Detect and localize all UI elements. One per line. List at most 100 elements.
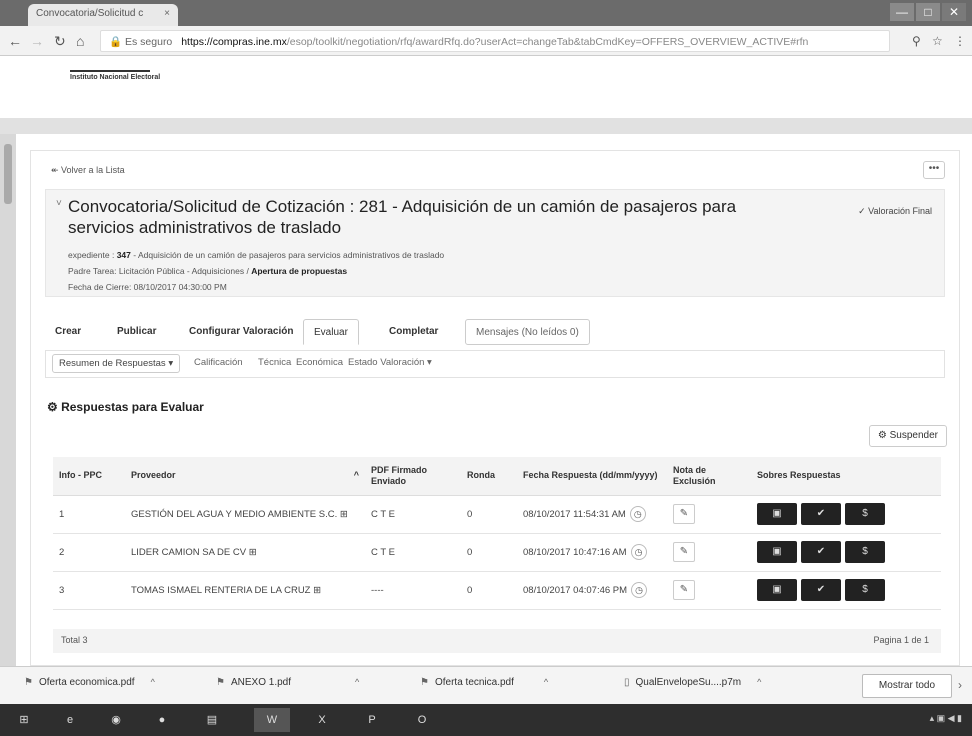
sub-tabs: Resumen de Respuestas ▾ Calificación Téc… bbox=[45, 350, 945, 378]
parent-task-name: Apertura de propuestas bbox=[251, 266, 348, 276]
subtab-tecnica[interactable]: Técnica bbox=[258, 357, 291, 368]
edit-note-icon[interactable]: ✎ bbox=[673, 504, 695, 524]
download-filename: Oferta economica.pdf bbox=[38, 677, 135, 688]
download-item[interactable]: ⚑ Oferta tecnica.pdf ^ bbox=[420, 677, 548, 688]
tab-mensajes[interactable]: Mensajes (No leídos 0) bbox=[465, 319, 590, 345]
subtab-economica[interactable]: Económica bbox=[296, 357, 343, 368]
clock-icon[interactable]: ◷ bbox=[629, 506, 646, 522]
envelope-money-icon[interactable]: $ bbox=[845, 579, 885, 601]
download-filename: QualEnvelopeSu....p7m bbox=[635, 677, 742, 688]
subtab-calificacion[interactable]: Calificación bbox=[194, 357, 243, 368]
exclusion-note: ✎ bbox=[667, 533, 751, 572]
round: 0 bbox=[461, 495, 517, 534]
reload-icon[interactable]: ↻ bbox=[54, 33, 66, 50]
chevron-up-icon[interactable]: ^ bbox=[544, 677, 548, 687]
pdf-file-icon: ⚑ bbox=[24, 677, 33, 688]
clock-icon[interactable]: ◷ bbox=[630, 544, 647, 560]
address-bar: ← → ↻ ⌂ 🔒 Es seguro https://compras.ine.… bbox=[0, 26, 972, 56]
firefox-icon[interactable]: ● bbox=[144, 708, 180, 732]
tab-crear[interactable]: Crear bbox=[45, 319, 91, 345]
supplier-name[interactable]: LIDER CAMION SA DE CV ⊞ bbox=[125, 533, 365, 572]
secure-label: Es seguro bbox=[125, 36, 173, 48]
info-icon[interactable]: ⊞ bbox=[249, 547, 257, 558]
edit-note-icon[interactable]: ✎ bbox=[673, 580, 695, 600]
col-pdf: PDF Firmado Enviado bbox=[365, 457, 461, 496]
edit-note-icon[interactable]: ✎ bbox=[673, 542, 695, 562]
download-filename: Oferta tecnica.pdf bbox=[434, 677, 514, 688]
star-icon[interactable]: ☆ bbox=[932, 34, 943, 48]
chrome-icon[interactable]: ◉ bbox=[98, 708, 134, 732]
col-proveedor[interactable]: Proveedor ^ bbox=[125, 457, 365, 496]
envelope-check-icon[interactable]: ✔ bbox=[801, 503, 841, 525]
row-number: 1 bbox=[53, 495, 125, 534]
info-icon[interactable]: ⊞ bbox=[340, 509, 348, 520]
tab-publicar[interactable]: Publicar bbox=[107, 319, 166, 345]
ie-icon[interactable]: e bbox=[52, 708, 88, 732]
responses-table: Info - PPC Proveedor ^ PDF Firmado Enviad… bbox=[53, 457, 941, 610]
close-tab-icon[interactable]: × bbox=[164, 8, 170, 19]
response-date: 08/10/2017 04:07:46 PM ◷ bbox=[517, 571, 667, 610]
home-icon[interactable]: ⌂ bbox=[76, 33, 84, 49]
pdf-status: C T E bbox=[365, 533, 461, 572]
word-icon[interactable]: W bbox=[254, 708, 290, 732]
tab-completar[interactable]: Completar bbox=[379, 319, 448, 345]
collapse-icon[interactable]: ˅ bbox=[56, 198, 62, 209]
back-to-list-link[interactable]: ↞ Volver a la Lista bbox=[51, 165, 125, 176]
browser-tab[interactable]: Convocatoria/Solicitud c × bbox=[28, 4, 178, 26]
explorer-icon[interactable]: ▤ bbox=[194, 708, 230, 732]
parent-task-line: Padre Tarea: Licitación Pública - Adquis… bbox=[68, 266, 347, 276]
tab-configurar[interactable]: Configurar Valoración bbox=[179, 319, 303, 345]
envelope-money-icon[interactable]: $ bbox=[845, 541, 885, 563]
excel-icon[interactable]: X bbox=[304, 708, 340, 732]
left-scrollbar[interactable] bbox=[0, 134, 16, 674]
minimize-button[interactable]: — bbox=[890, 3, 914, 21]
outlook-icon[interactable]: O bbox=[404, 708, 440, 732]
parent-task-label: Padre Tarea: Licitación Pública - Adquis… bbox=[68, 266, 249, 276]
back-arrow-icon[interactable]: ← bbox=[8, 33, 22, 49]
envelope-check-icon[interactable]: ✔ bbox=[801, 579, 841, 601]
zoom-icon[interactable]: ⚲ bbox=[912, 34, 921, 48]
envelope-view-icon[interactable]: ▣ bbox=[757, 503, 797, 525]
round: 0 bbox=[461, 571, 517, 610]
show-all-button[interactable]: Mostrar todo bbox=[862, 674, 952, 698]
pagination-label: Pagina 1 de 1 bbox=[873, 635, 929, 645]
expediente-number[interactable]: 347 bbox=[117, 250, 131, 260]
subtab-estado[interactable]: Estado Valoración ▾ bbox=[348, 357, 432, 368]
url-input[interactable]: 🔒 Es seguro https://compras.ine.mx/esop/… bbox=[100, 30, 890, 52]
chevron-up-icon[interactable]: ^ bbox=[355, 677, 359, 687]
suspend-button[interactable]: ⚙ Suspender bbox=[868, 425, 947, 447]
scroll-thumb[interactable] bbox=[4, 144, 12, 204]
supplier-name[interactable]: GESTIÓN DEL AGUA Y MEDIO AMBIENTE S.C. ⊞ bbox=[125, 495, 365, 534]
clock-icon[interactable]: ◷ bbox=[631, 582, 648, 598]
download-item[interactable]: ▯ QualEnvelopeSu....p7m ^ bbox=[624, 677, 761, 688]
expediente-label: expediente : bbox=[68, 250, 115, 260]
envelope-check-icon[interactable]: ✔ bbox=[801, 541, 841, 563]
supplier-name[interactable]: TOMAS ISMAEL RENTERIA DE LA CRUZ ⊞ bbox=[125, 571, 365, 610]
info-icon[interactable]: ⊞ bbox=[313, 585, 321, 596]
envelope-view-icon[interactable]: ▣ bbox=[757, 541, 797, 563]
windows-start-icon[interactable]: ⊞ bbox=[6, 708, 42, 732]
maximize-button[interactable]: □ bbox=[916, 3, 940, 21]
close-icon[interactable]: › bbox=[958, 678, 962, 692]
pdf-file-icon: ⚑ bbox=[216, 677, 225, 688]
close-window-button[interactable]: ✕ bbox=[942, 3, 966, 21]
suspend-label: Suspender bbox=[889, 430, 938, 441]
valoracion-final-link[interactable]: ✓ Valoración Final bbox=[858, 206, 932, 217]
envelope-money-icon[interactable]: $ bbox=[845, 503, 885, 525]
page-title: Convocatoria/Solicitud de Cotización : 2… bbox=[68, 197, 737, 237]
powerpoint-icon[interactable]: P bbox=[354, 708, 390, 732]
table-footer: Total 3 Pagina 1 de 1 bbox=[53, 629, 941, 653]
forward-arrow-icon[interactable]: → bbox=[30, 33, 44, 49]
envelope-view-icon[interactable]: ▣ bbox=[757, 579, 797, 601]
dropdown-icon: ▾ bbox=[427, 357, 432, 368]
download-item[interactable]: ⚑ ANEXO 1.pdf ^ bbox=[216, 677, 359, 688]
subtab-resumen[interactable]: Resumen de Respuestas ▾ bbox=[52, 354, 181, 373]
more-options-button[interactable]: ••• bbox=[923, 161, 945, 179]
table-row: 2 LIDER CAMION SA DE CV ⊞ C T E 0 08/10/… bbox=[53, 533, 941, 572]
chevron-up-icon[interactable]: ^ bbox=[151, 677, 155, 687]
response-date-text: 08/10/2017 10:47:16 AM bbox=[523, 547, 627, 558]
menu-icon[interactable]: ⋮ bbox=[954, 34, 966, 48]
chevron-up-icon[interactable]: ^ bbox=[757, 677, 761, 687]
tab-evaluar[interactable]: Evaluar bbox=[303, 319, 359, 345]
download-item[interactable]: ⚑ Oferta economica.pdf ^ bbox=[24, 677, 155, 688]
